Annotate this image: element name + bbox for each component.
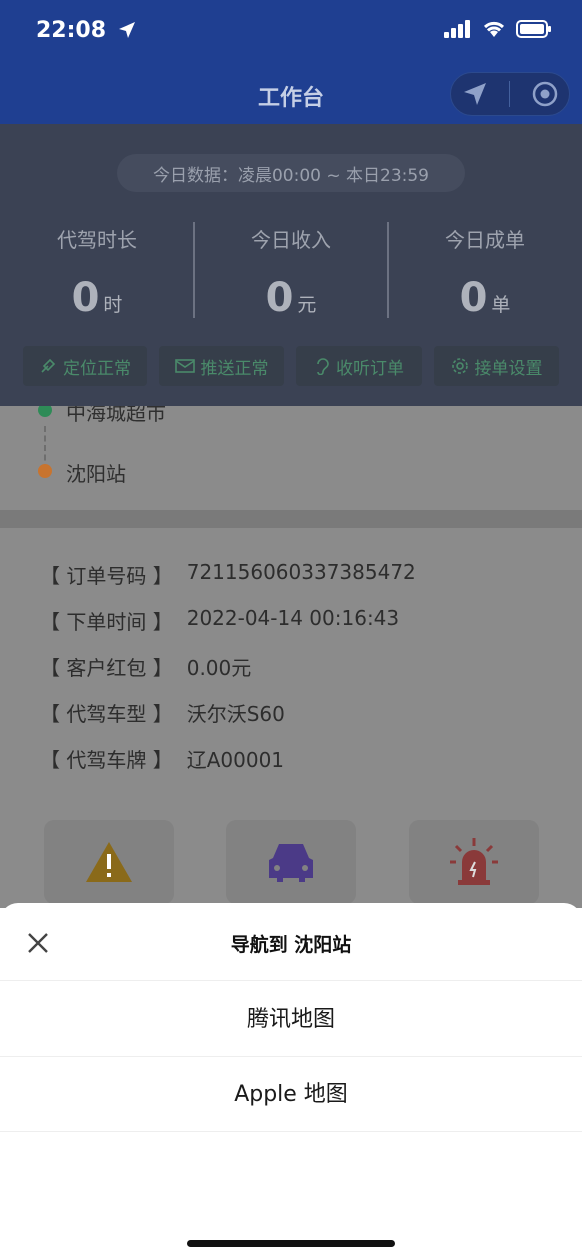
warning-icon (86, 842, 132, 882)
detail-value: 辽A00001 (186, 748, 285, 772)
car-icon (269, 844, 313, 882)
emergency-alarm-button[interactable] (409, 820, 539, 904)
detail-label: 【 代驾车型 】 (40, 702, 173, 726)
status-bar: 22:08 (0, 0, 582, 64)
detail-label: 【 代驾车牌 】 (40, 748, 173, 772)
mini-program-capsule (450, 72, 570, 116)
option-tencent-map[interactable]: 腾讯地图 (0, 982, 582, 1057)
wifi-icon (483, 21, 505, 37)
stat-number: 0 (459, 275, 488, 321)
route-section: 中海城超市 沈阳站 (0, 406, 582, 510)
status-icons (444, 20, 552, 38)
stat-number: 0 (71, 275, 100, 321)
chip-label: 收听订单 (336, 358, 404, 379)
sheet-header: 导航到 沈阳站 (0, 903, 582, 981)
ear-icon (317, 358, 329, 375)
nav-bar: 工作台 (0, 64, 582, 124)
chip-label: 定位正常 (63, 358, 131, 379)
target-icon[interactable] (531, 80, 559, 108)
home-indicator[interactable] (187, 1240, 395, 1247)
route-start: 中海城超市 (66, 406, 166, 425)
detail-row: 【 代驾车牌 】辽A00001 (40, 744, 284, 773)
battery-icon (516, 20, 551, 38)
chip-label: 接单设置 (474, 358, 543, 379)
chip-push-status[interactable]: 推送正常 (159, 346, 284, 386)
stat-duration: 代驾时长 0时 (0, 224, 194, 321)
signal-icon (444, 20, 470, 38)
detail-value: 721156060337385472 (186, 560, 416, 584)
stat-unit: 单 (491, 294, 511, 316)
navigate-icon[interactable] (462, 81, 488, 107)
stat-income: 今日收入 0元 (194, 224, 388, 321)
stat-unit: 时 (103, 294, 123, 316)
navigation-sheet: 导航到 沈阳站 腾讯地图 Apple 地图 (0, 903, 582, 1260)
capsule-divider (508, 81, 510, 107)
chip-listen-orders[interactable]: 收听订单 (296, 346, 422, 386)
status-time: 22:08 (36, 18, 136, 43)
detail-value: 2022-04-14 00:16:43 (186, 606, 400, 630)
route-end: 沈阳站 (66, 462, 126, 486)
stat-unit: 元 (297, 294, 317, 316)
today-stats-panel: 今日数据：凌晨00:00 ~ 本日23:59 代驾时长 0时 今日收入 0元 今… (0, 124, 582, 406)
stat-value: 0元 (194, 275, 388, 321)
satellite-icon (41, 358, 56, 373)
gear-icon (451, 358, 468, 374)
envelope-icon (174, 359, 195, 373)
location-arrow-icon (118, 22, 135, 38)
detail-value: 沃尔沃S60 (186, 702, 285, 726)
section-gap (0, 510, 582, 528)
chip-label: 推送正常 (200, 358, 269, 379)
sheet-title: 导航到 沈阳站 (230, 934, 352, 956)
stat-label: 今日成单 (445, 228, 525, 252)
stat-label: 代驾时长 (57, 228, 137, 252)
route-start-clip: 中海城超市 (0, 406, 582, 426)
car-info-button[interactable] (226, 820, 356, 904)
chip-order-settings[interactable]: 接单设置 (434, 346, 559, 386)
detail-row: 【 客户红包 】 0.00元 (40, 652, 251, 681)
detail-row: 【 代驾车型 】沃尔沃S60 (40, 698, 285, 727)
detail-label: 【 订单号码 】 (40, 564, 173, 588)
detail-row: 【 下单时间 】 2022-04-14 00:16:43 (40, 606, 399, 635)
date-range-pill: 今日数据：凌晨00:00 ~ 本日23:59 (117, 154, 465, 192)
option-apple-maps[interactable]: Apple 地图 (0, 1057, 582, 1132)
stat-value: 0时 (0, 275, 194, 321)
detail-value: 0.00元 (186, 656, 252, 680)
detail-label: 【 下单时间 】 (40, 610, 173, 634)
end-dot (38, 464, 52, 478)
report-issue-button[interactable] (44, 820, 174, 904)
alarm-icon (450, 838, 498, 885)
detail-label: 【 客户红包 】 (40, 656, 173, 680)
stat-value: 0单 (388, 275, 582, 321)
stat-label: 今日收入 (251, 228, 331, 252)
stat-orders: 今日成单 0单 (388, 224, 582, 321)
chip-location-status[interactable]: 定位正常 (23, 346, 147, 386)
time-text: 22:08 (36, 18, 107, 43)
detail-row: 【 订单号码 】 721156060337385472 (40, 560, 416, 589)
stat-number: 0 (265, 275, 294, 321)
start-dot (38, 406, 52, 417)
